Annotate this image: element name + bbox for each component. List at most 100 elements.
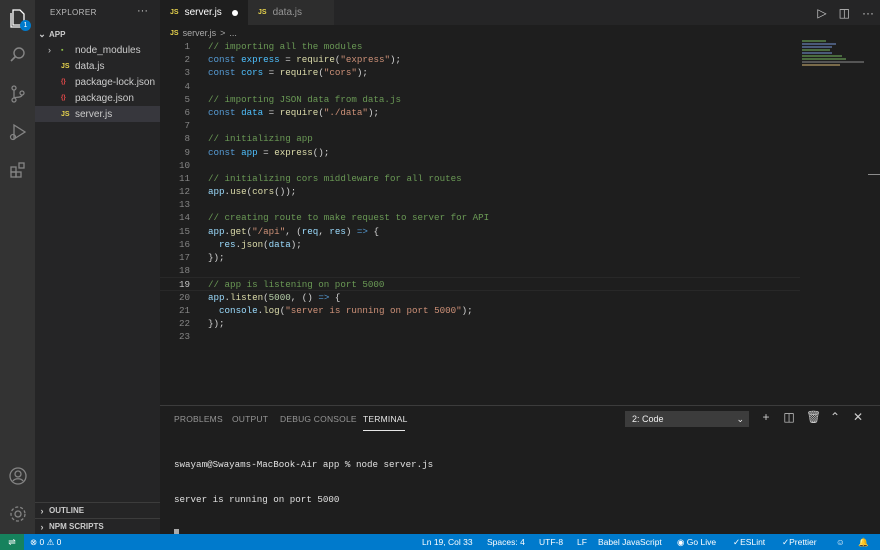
json-file-icon: {} <box>61 95 66 101</box>
code-line[interactable]: 15 app.get("/api", (req, res) => { <box>160 225 800 238</box>
code-line[interactable]: 16 res.json(data); <box>160 238 800 251</box>
code-token: ); <box>356 67 368 79</box>
js-file-icon: JS <box>170 9 179 16</box>
new-terminal-icon[interactable]: + <box>760 410 772 424</box>
terminal-line: swayam@Swayams-MacBook-Air app % node se… <box>174 459 434 470</box>
bottom-panel: PROBLEMS OUTPUT DEBUG CONSOLE TERMINAL 2… <box>160 405 880 539</box>
code-token: ()); <box>274 186 297 198</box>
code-token: ); <box>290 238 302 250</box>
code-line[interactable]: 6 const data = require("./data"); <box>160 106 800 119</box>
code-line[interactable]: 13 <box>160 198 800 211</box>
js-file-icon: JS <box>61 62 70 70</box>
code-line[interactable]: 17}); <box>160 251 800 264</box>
line-number: 7 <box>184 120 190 132</box>
explorer-title: EXPLORER <box>50 8 97 17</box>
search-icon[interactable] <box>6 43 29 66</box>
code-line[interactable]: 12 app.use(cors()); <box>160 185 800 198</box>
code-line[interactable]: 7 <box>160 119 800 132</box>
more-actions-icon[interactable]: ··· <box>862 6 874 20</box>
code-line[interactable]: 19// app is listening on port 5000 <box>160 277 800 291</box>
code-line[interactable]: 14 // creating route to make request to s… <box>160 211 800 224</box>
code-editor[interactable]: 1 // importing all the modules 2 const expr… <box>160 40 800 343</box>
explorer-more-actions[interactable]: ··· <box>137 5 148 17</box>
notifications-bell-icon[interactable]: 🔔 <box>858 534 869 550</box>
extensions-icon[interactable] <box>6 158 29 181</box>
problems-status[interactable]: ⊗ 0 ⚠ 0 <box>30 534 61 550</box>
line-number: 10 <box>178 159 190 171</box>
settings-gear-icon[interactable] <box>6 502 29 525</box>
code-token: = <box>263 106 280 118</box>
folder-header-app[interactable]: ⌄ APP <box>35 26 160 42</box>
tab-problems[interactable]: PROBLEMS <box>174 414 223 424</box>
outline-section[interactable]: › OUTLINE <box>35 502 160 518</box>
account-icon[interactable] <box>6 464 29 487</box>
line-number: 9 <box>184 146 190 158</box>
breadcrumb-rest[interactable]: ... <box>229 28 237 38</box>
code-line[interactable]: 10 <box>160 159 800 172</box>
maximize-panel-icon[interactable]: ⌃ <box>829 410 841 424</box>
feedback-icon[interactable]: ☺ <box>836 534 845 550</box>
tree-item-node-modules[interactable]: › ▪ node_modules <box>35 42 160 58</box>
scrollbar-marker[interactable] <box>868 174 880 175</box>
code-token: ); <box>390 54 402 66</box>
check-icon: ✓ <box>733 536 741 547</box>
cursor-position[interactable]: Ln 19, Col 33 <box>422 534 473 550</box>
code-token: ); <box>367 106 379 118</box>
line-content: // importing all the modules <box>208 40 362 53</box>
code-line[interactable]: 21 console.log("server is running on por… <box>160 304 800 317</box>
tab-terminal[interactable]: TERMINAL <box>363 414 408 424</box>
tree-item-label: package.json <box>75 92 134 104</box>
line-number: 12 <box>178 186 190 198</box>
tree-item-data-js[interactable]: JS data.js <box>35 58 160 74</box>
code-line[interactable]: 1 // importing all the modules <box>160 40 800 53</box>
prettier-status[interactable]: ✓ Prettier <box>782 534 817 550</box>
terminal-output[interactable]: swayam@Swayams-MacBook-Air app % node se… <box>174 436 433 550</box>
code-line[interactable]: 5 // importing JSON data from data.js <box>160 93 800 106</box>
go-live-button[interactable]: ◉ Go Live <box>677 534 716 550</box>
run-icon[interactable]: ▷ <box>817 6 826 20</box>
terminal-select[interactable]: 2: Code ⌄ <box>625 411 749 427</box>
minimap-line <box>802 49 830 51</box>
code-line[interactable]: 18 <box>160 264 800 277</box>
eslint-status[interactable]: ✓ ESLint <box>733 534 765 550</box>
run-debug-icon[interactable] <box>6 120 29 143</box>
code-line[interactable]: 8 // initializing app <box>160 132 800 145</box>
minimap[interactable] <box>802 40 872 80</box>
tab-debug-console[interactable]: DEBUG CONSOLE <box>280 414 357 424</box>
tree-item-package-json[interactable]: {} package.json <box>35 90 160 106</box>
code-line[interactable]: 11 // initializing cors middleware for al… <box>160 172 800 185</box>
end-of-line[interactable]: LF <box>577 534 587 550</box>
explorer-icon[interactable]: 1 <box>6 6 31 31</box>
line-number: 23 <box>178 331 190 343</box>
tree-item-package-lock-json[interactable]: {} package-lock.json <box>35 74 160 90</box>
minimap-line <box>802 61 864 63</box>
trash-icon[interactable]: 🗑 <box>806 410 821 424</box>
split-terminal-icon[interactable]: ◫ <box>783 410 795 424</box>
split-editor-icon[interactable]: ◫ <box>839 6 850 20</box>
code-token: }); <box>208 252 225 263</box>
language-mode[interactable]: Babel JavaScript <box>598 534 662 550</box>
breadcrumb-file[interactable]: server.js <box>183 28 217 38</box>
line-content: console.log("server is running on port 5… <box>208 304 473 317</box>
indentation[interactable]: Spaces: 4 <box>487 534 525 550</box>
tree-item-server-js[interactable]: JS server.js <box>35 106 160 122</box>
tab-data-js[interactable]: JS data.js <box>248 0 334 25</box>
npm-scripts-section[interactable]: › NPM SCRIPTS <box>35 518 160 534</box>
code-line[interactable]: 22}); <box>160 317 800 330</box>
code-line[interactable]: 20 app.listen(5000, () => { <box>160 291 800 304</box>
close-panel-icon[interactable]: ✕ <box>852 410 864 424</box>
remote-icon[interactable]: ⇌ <box>0 534 24 550</box>
code-line[interactable]: 2 const express = require("express"); <box>160 53 800 66</box>
code-line[interactable]: 9 const app = express(); <box>160 146 800 159</box>
code-line[interactable]: 3 const cors = require("cors"); <box>160 66 800 79</box>
code-line[interactable]: 4 <box>160 80 800 93</box>
eslint-label: ESLint <box>740 537 766 547</box>
encoding[interactable]: UTF-8 <box>539 534 563 550</box>
code-token: ) <box>345 225 357 237</box>
code-line[interactable]: 23 <box>160 330 800 343</box>
error-count: 0 <box>39 537 45 547</box>
source-control-icon[interactable] <box>6 82 29 105</box>
tab-server-js[interactable]: JS server.js <box>160 0 248 25</box>
tab-output[interactable]: OUTPUT <box>232 414 268 424</box>
unsaved-dot-icon[interactable] <box>232 9 238 16</box>
